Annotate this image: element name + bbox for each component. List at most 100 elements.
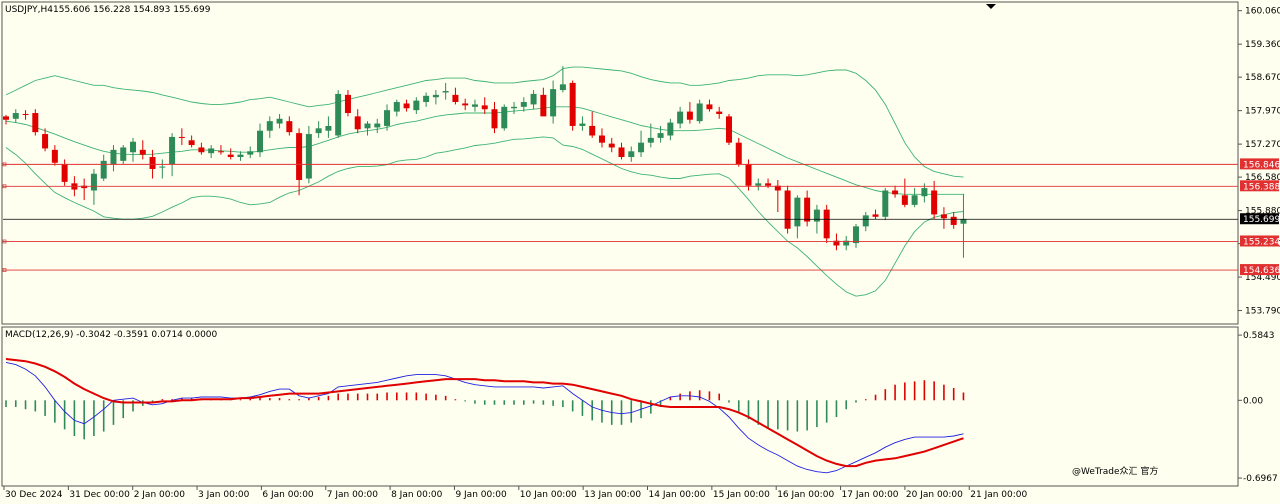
candle-body	[550, 89, 557, 117]
candle-body	[872, 214, 879, 217]
candle-body	[32, 113, 39, 133]
candle-body	[501, 106, 508, 129]
candle-body	[296, 133, 303, 180]
chart-background	[0, 0, 1280, 504]
candle-body	[901, 195, 908, 205]
candle-body	[511, 106, 518, 109]
price-level-label: 156.388	[1243, 182, 1280, 192]
candle-body	[393, 102, 400, 112]
candle-body	[716, 111, 723, 114]
candle-body	[315, 128, 322, 134]
candle-body	[149, 157, 156, 169]
candle-body	[520, 102, 527, 107]
price-level-label: 155.234	[1243, 237, 1280, 247]
symbol-header: USDJPY,H4	[5, 5, 53, 15]
time-tick-label: 3 Jan 00:00	[198, 490, 250, 500]
candle-body	[344, 94, 351, 114]
candle-body	[921, 188, 928, 197]
candle-body	[940, 214, 947, 219]
candle-body	[481, 105, 488, 110]
time-tick-label: 16 Jan 00:00	[777, 490, 834, 500]
candle-body	[589, 125, 596, 136]
candle-body	[276, 118, 283, 124]
candle-body	[384, 110, 391, 126]
macd-title: MACD(12,26,9) -0.3042 -0.3591 0.0714 0.0…	[5, 330, 218, 340]
price-tick-label: 157.970	[1245, 107, 1280, 117]
candle-body	[12, 113, 19, 119]
candle-body	[354, 116, 361, 130]
candle-body	[804, 197, 811, 222]
candle-body	[90, 173, 97, 191]
time-tick-label: 6 Jan 00:00	[262, 490, 314, 500]
candle-body	[911, 195, 918, 205]
candle-body	[569, 82, 576, 126]
candle-body	[882, 190, 889, 217]
candle-body	[374, 123, 381, 128]
candle-body	[765, 183, 772, 186]
candle-body	[823, 209, 830, 239]
time-tick-label: 10 Jan 00:00	[520, 490, 577, 500]
macd-tick-label: 0.00	[1243, 396, 1263, 406]
candle-body	[266, 121, 273, 131]
candle-body	[667, 122, 674, 136]
candle-body	[403, 103, 410, 109]
candle-body	[120, 147, 127, 161]
candle-body	[305, 134, 312, 179]
candle-body	[42, 134, 49, 149]
candle-body	[628, 151, 635, 158]
candle-body	[530, 93, 537, 105]
candle-body	[208, 148, 215, 154]
time-tick-label: 31 Dec 00:00	[69, 490, 130, 500]
candle-body	[188, 140, 195, 146]
candle-body	[608, 143, 615, 148]
candle-body	[471, 104, 478, 107]
time-tick-label: 8 Jan 00:00	[391, 490, 443, 500]
candle-body	[413, 100, 420, 111]
candle-body	[452, 94, 459, 103]
candle-body	[442, 91, 449, 93]
price-tick-label: 159.360	[1245, 40, 1280, 50]
candle-body	[169, 136, 176, 165]
time-tick-label: 14 Jan 00:00	[649, 490, 706, 500]
candle-body	[217, 151, 224, 153]
candle-body	[491, 109, 498, 129]
candle-body	[432, 94, 439, 98]
time-tick-label: 15 Jan 00:00	[713, 490, 770, 500]
price-tick-label: 153.790	[1245, 307, 1280, 317]
candle-body	[423, 95, 430, 103]
candle-body	[618, 147, 625, 158]
candle-body	[892, 190, 899, 195]
price-tick-label: 157.270	[1245, 140, 1280, 150]
macd-tick-label: -0.6967	[1243, 474, 1278, 484]
watermark: @WeTrade众汇 官方	[1072, 465, 1158, 477]
candle-body	[862, 215, 869, 227]
price-level-label: 156.846	[1243, 160, 1280, 170]
candle-body	[794, 197, 801, 227]
candle-body	[22, 113, 29, 115]
candle-body	[706, 104, 713, 110]
candle-body	[51, 149, 58, 163]
candle-body	[237, 154, 244, 158]
time-tick-label: 17 Jan 00:00	[842, 490, 899, 500]
candle-body	[598, 135, 605, 143]
time-tick-label: 20 Jan 00:00	[906, 490, 963, 500]
candle-body	[178, 136, 185, 138]
price-tick-label: 158.670	[1245, 73, 1280, 83]
candle-body	[335, 93, 342, 136]
candle-body	[647, 137, 654, 143]
candle-body	[139, 149, 146, 155]
candle-body	[198, 147, 205, 153]
candle-body	[638, 142, 645, 153]
time-tick-label: 2 Jan 00:00	[134, 490, 186, 500]
candle-body	[931, 190, 938, 215]
current-price-label: 155.699	[1243, 215, 1280, 225]
candle-body	[325, 125, 332, 131]
candle-body	[61, 164, 68, 182]
candle-body	[813, 209, 820, 222]
candle-body	[657, 133, 664, 138]
candle-body	[696, 103, 703, 122]
price-tick-label: 160.060	[1245, 7, 1280, 17]
chart-canvas[interactable]: 160.060159.360158.670157.970157.270156.5…	[0, 0, 1280, 504]
candle-body	[579, 123, 586, 126]
candle-body	[960, 219, 967, 224]
